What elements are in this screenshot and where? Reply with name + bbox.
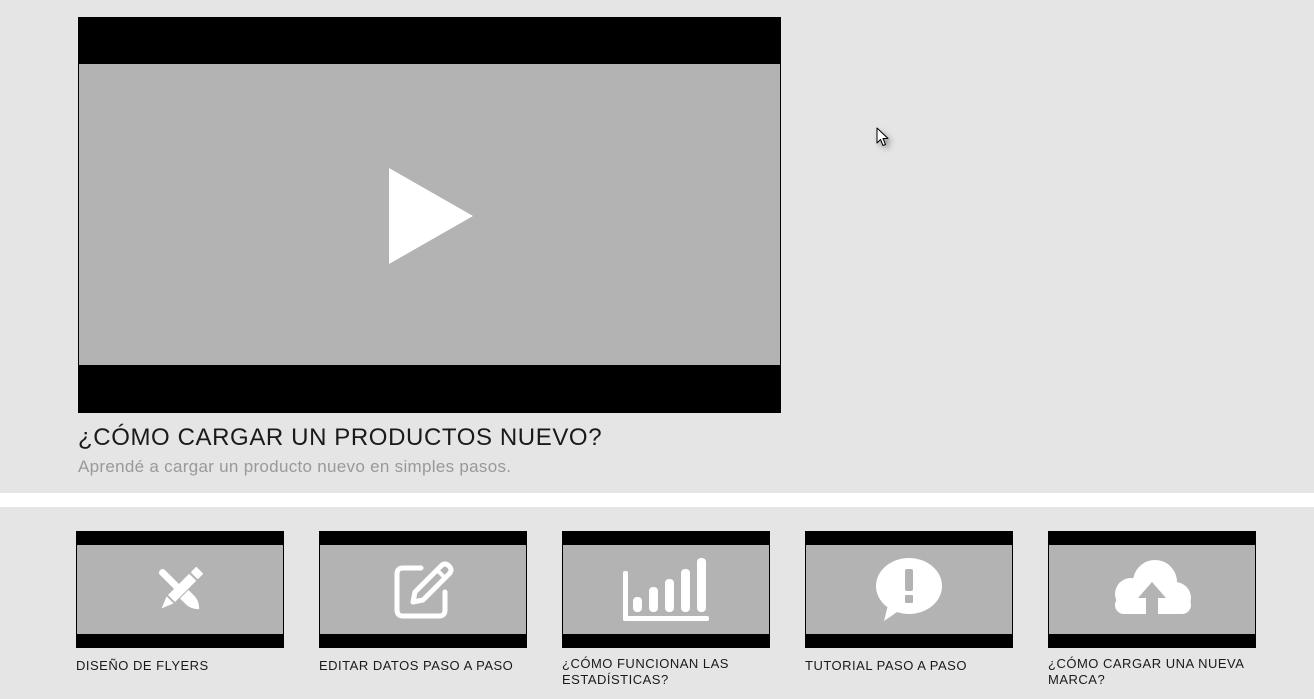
tutorial-card-label[interactable]: ¿CÓMO CARGAR UNA NUEVA MARCA?	[1048, 656, 1263, 688]
mouse-cursor-icon	[876, 127, 889, 146]
cloud-upload-icon	[1115, 559, 1191, 618]
tutorial-card-flyers[interactable]: DISEÑO DE FLYERS	[76, 531, 284, 674]
featured-video-player[interactable]	[78, 17, 781, 413]
tutorial-card-label[interactable]: DISEÑO DE FLYERS	[76, 658, 291, 674]
alert-bubble-icon	[876, 557, 942, 621]
featured-video-subtitle: Aprendé a cargar un producto nuevo en si…	[78, 457, 512, 476]
tutorial-thumbnail[interactable]	[562, 531, 770, 648]
bar-chart-icon	[623, 557, 709, 621]
tutorial-card-statistics[interactable]: ¿CÓMO FUNCIONAN LAS ESTADÍSTICAS?	[562, 531, 770, 688]
pencil-brush-icon	[158, 566, 203, 609]
tutorial-thumbnail[interactable]	[76, 531, 284, 648]
tutorial-card-label[interactable]: ¿CÓMO FUNCIONAN LAS ESTADÍSTICAS?	[562, 656, 777, 688]
tutorial-card-step-by-step[interactable]: TUTORIAL PASO A PASO	[805, 531, 1013, 674]
edit-icon	[394, 561, 454, 618]
featured-video-title: ¿CÓMO CARGAR UN PRODUCTOS NUEVO?	[78, 424, 603, 451]
section-divider	[0, 493, 1314, 507]
play-icon[interactable]	[389, 168, 473, 264]
tutorial-thumbnail[interactable]	[319, 531, 527, 648]
video-screen[interactable]	[79, 64, 780, 365]
tutorial-card-label[interactable]: EDITAR DATOS PASO A PASO	[319, 658, 534, 674]
tutorial-thumbnail[interactable]	[805, 531, 1013, 648]
tutorial-card-new-brand[interactable]: ¿CÓMO CARGAR UNA NUEVA MARCA?	[1048, 531, 1256, 688]
tutorial-card-label[interactable]: TUTORIAL PASO A PASO	[805, 658, 1020, 674]
tutorial-card-edit-data[interactable]: EDITAR DATOS PASO A PASO	[319, 531, 527, 674]
tutorial-thumbnail[interactable]	[1048, 531, 1256, 648]
